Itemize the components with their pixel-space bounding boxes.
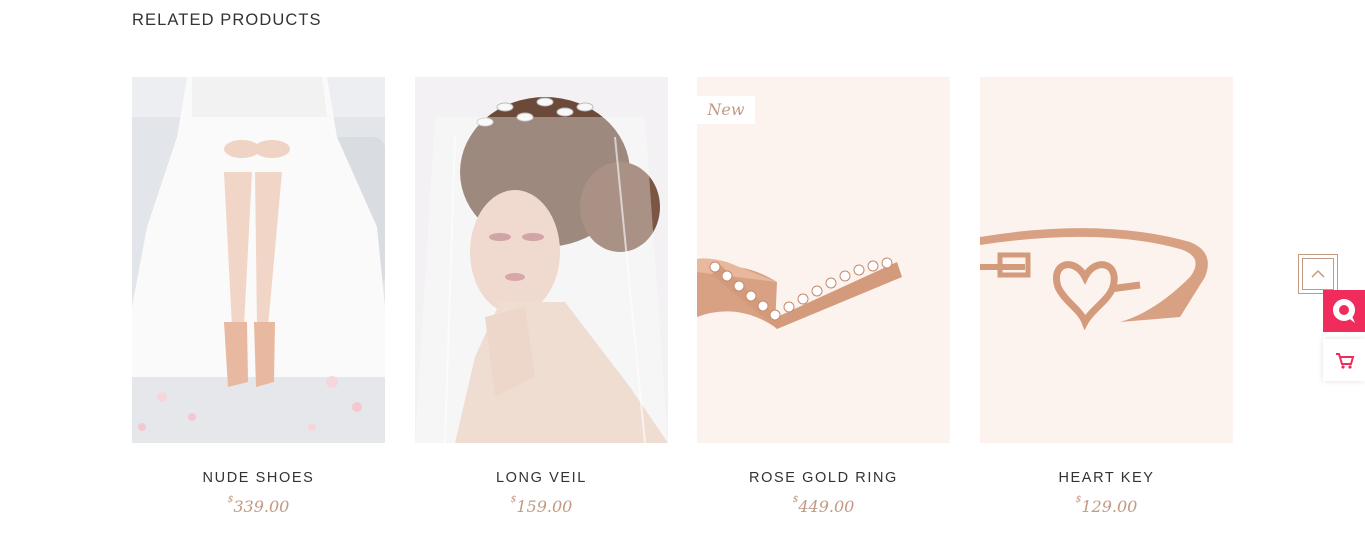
product-image-nude-shoes[interactable] — [132, 77, 385, 443]
product-card: HEART KEY $129.00 — [980, 77, 1233, 537]
product-name[interactable]: NUDE SHOES — [132, 470, 385, 486]
product-card: LONG VEIL $159.00 — [415, 77, 668, 537]
cart-icon — [1336, 353, 1355, 369]
cart-button[interactable] — [1323, 339, 1365, 381]
currency-symbol: $ — [510, 495, 517, 505]
section-title: RELATED PRODUCTS — [132, 11, 322, 29]
new-badge: New — [697, 96, 755, 124]
back-to-top-button[interactable] — [1298, 254, 1338, 294]
product-name[interactable]: ROSE GOLD RING — [697, 470, 950, 486]
chevron-up-icon — [1311, 269, 1325, 278]
price-value: 129.00 — [1081, 497, 1138, 516]
product-price: $449.00 — [697, 495, 950, 516]
chat-bubble-icon — [1333, 299, 1355, 323]
chat-button[interactable] — [1323, 290, 1365, 332]
product-image-long-veil[interactable] — [415, 77, 668, 443]
product-price: $339.00 — [132, 495, 385, 516]
product-card: NUDE SHOES $339.00 — [132, 77, 385, 537]
product-price: $129.00 — [980, 495, 1233, 516]
product-price: $159.00 — [415, 495, 668, 516]
price-value: 339.00 — [233, 497, 290, 516]
product-name[interactable]: LONG VEIL — [415, 470, 668, 486]
bride-dress-shoes-photo — [132, 77, 385, 443]
currency-symbol: $ — [1075, 495, 1082, 505]
currency-symbol: $ — [792, 495, 799, 505]
rose-gold-ring-photo — [697, 77, 950, 443]
bride-veil-photo — [415, 77, 668, 443]
product-name[interactable]: HEART KEY — [980, 470, 1233, 486]
heart-key-bracelet-photo — [980, 77, 1233, 443]
product-image-rose-gold-ring[interactable]: New — [697, 77, 950, 443]
product-image-heart-key[interactable] — [980, 77, 1233, 443]
currency-symbol: $ — [227, 495, 234, 505]
related-products-grid: NUDE SHOES $339.00 LONG VEIL $159.00 New… — [132, 77, 1233, 537]
price-value: 159.00 — [516, 497, 573, 516]
price-value: 449.00 — [798, 497, 855, 516]
product-card: New ROSE GOLD RING $449.00 — [697, 77, 950, 537]
